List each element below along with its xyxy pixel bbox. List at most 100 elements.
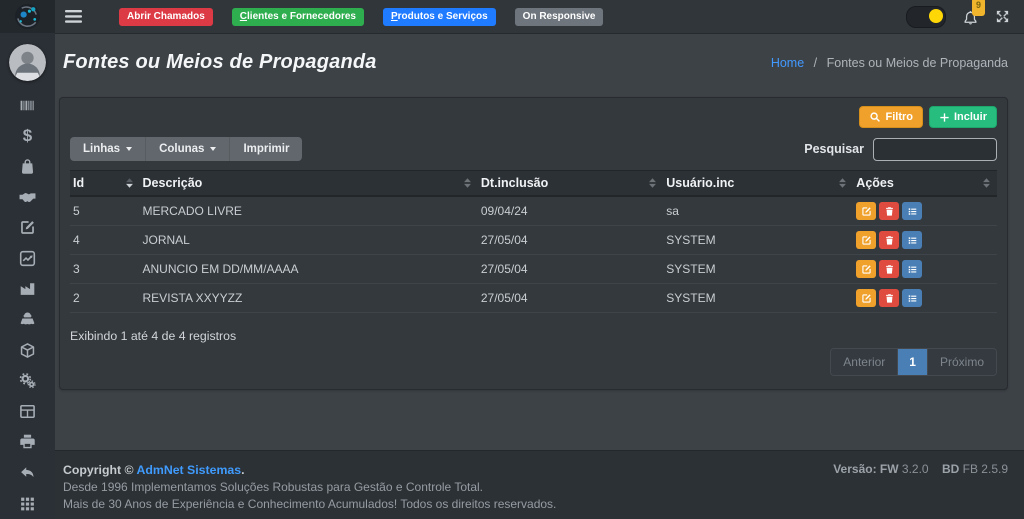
linhas-dropdown[interactable]: Linhas [70, 137, 145, 161]
sidebar-item-voltar[interactable] [0, 457, 55, 488]
sidebar-item-barcode[interactable] [0, 90, 55, 121]
ship-icon [19, 311, 36, 328]
list-icon [907, 235, 918, 246]
sidebar-item-estoque[interactable] [0, 335, 55, 366]
detail-button[interactable] [902, 289, 922, 307]
imprimir-label: Imprimir [243, 143, 289, 155]
sidebar-item-producao[interactable] [0, 274, 55, 305]
column-header-acoes[interactable]: Ações [853, 171, 997, 197]
column-header-id[interactable]: Id [70, 171, 140, 197]
app-logo[interactable] [0, 0, 55, 33]
delete-button[interactable] [879, 260, 899, 278]
nav-button-clientes-fornecedores[interactable]: Clientes e Fornecedores [232, 8, 364, 26]
cell-dt-inclusao: 09/04/24 [478, 196, 663, 226]
cell-id: 4 [70, 226, 140, 255]
edit-button[interactable] [856, 289, 876, 307]
sidebar-item-compras[interactable] [0, 151, 55, 182]
imprimir-button[interactable]: Imprimir [229, 137, 302, 161]
records-table: Id Descrição Dt.inclusão Usuário.inc Açõ… [70, 170, 997, 313]
footer-line2: Desde 1996 Implementamos Soluções Robust… [63, 479, 556, 496]
list-icon [907, 293, 918, 304]
edit-button[interactable] [856, 202, 876, 220]
page-title: Fontes ou Meios de Propaganda [63, 51, 377, 74]
fw-label: FW [880, 462, 899, 476]
column-header-dt-inclusao[interactable]: Dt.inclusão [478, 171, 663, 197]
search-input[interactable] [873, 138, 997, 161]
sidebar-item-financeiro[interactable]: $ [0, 121, 55, 152]
trash-icon [884, 293, 895, 304]
column-label: Usuário.inc [666, 176, 734, 190]
delete-button[interactable] [879, 202, 899, 220]
detail-button[interactable] [902, 260, 922, 278]
nav-button-abrir-chamados[interactable]: Abrir Chamados [119, 8, 213, 26]
cell-dt-inclusao: 27/05/04 [478, 255, 663, 284]
hamburger-icon [65, 10, 82, 23]
avatar-photo [9, 44, 46, 81]
column-label: Dt.inclusão [481, 176, 548, 190]
colunas-dropdown[interactable]: Colunas [145, 137, 229, 161]
nav-button-on-responsive[interactable]: On Responsive [515, 8, 604, 26]
search-box: Pesquisar [804, 138, 997, 161]
cell-usuario-inc: sa [663, 196, 853, 226]
incluir-button[interactable]: Incluir [929, 106, 997, 128]
list-icon [907, 206, 918, 217]
edit-button[interactable] [856, 260, 876, 278]
sort-icon [838, 177, 847, 189]
delete-button[interactable] [879, 231, 899, 249]
filtro-button[interactable]: Filtro [859, 106, 923, 128]
edit-icon [861, 206, 872, 217]
sidebar-item-relatorios[interactable] [0, 243, 55, 274]
breadcrumb-home-link[interactable]: Home [771, 56, 804, 70]
admnet-link[interactable]: AdmNet Sistemas [137, 463, 242, 477]
grid-icon [19, 495, 36, 512]
sidebar-item-cadastro[interactable] [0, 212, 55, 243]
detail-button[interactable] [902, 202, 922, 220]
current-page-button[interactable]: 1 [897, 349, 927, 375]
edit-square-icon [19, 219, 36, 236]
incluir-label: Incluir [954, 111, 987, 123]
theme-toggle[interactable] [906, 6, 946, 28]
column-label: Id [73, 176, 84, 190]
shopping-bag-icon [19, 158, 36, 175]
sidebar-item-impressao[interactable] [0, 427, 55, 458]
delete-button[interactable] [879, 289, 899, 307]
search-icon [869, 111, 881, 123]
logo-icon [14, 3, 41, 30]
column-header-descricao[interactable]: Descrição [140, 171, 478, 197]
fullscreen-button[interactable] [995, 9, 1010, 24]
table-row: 2 REVISTA XXYYZZ 27/05/04 SYSTEM [70, 284, 997, 313]
copyright-period: . [241, 463, 244, 477]
column-label: Descrição [143, 176, 203, 190]
trash-icon [884, 264, 895, 275]
cell-id: 2 [70, 284, 140, 313]
cube-icon [19, 342, 36, 359]
sidebar-item-expedicao[interactable] [0, 304, 55, 335]
detail-button[interactable] [902, 231, 922, 249]
notifications-button[interactable]: 9 [962, 10, 979, 27]
bd-value: FB 2.5.9 [963, 462, 1008, 476]
column-header-usuario-inc[interactable]: Usuário.inc [663, 171, 853, 197]
sidebar-item-tabelas[interactable] [0, 396, 55, 427]
cell-descricao: JORNAL [140, 226, 478, 255]
sidebar-item-modulos[interactable] [0, 488, 55, 519]
breadcrumb: Home / Fontes ou Meios de Propaganda [771, 56, 1008, 70]
nav-button-label: lientes e Fornecedores [247, 11, 356, 22]
edit-icon [861, 235, 872, 246]
nav-button-label-accesskey: C [240, 11, 247, 22]
user-avatar[interactable] [9, 44, 46, 81]
previous-page-button[interactable]: Anterior [831, 349, 897, 375]
nav-button-produtos-servicos[interactable]: Produtos e Serviços [383, 8, 496, 26]
colunas-label: Colunas [159, 143, 204, 155]
fw-value: 3.2.0 [902, 462, 929, 476]
sidebar-item-configuracoes[interactable] [0, 365, 55, 396]
cell-acoes [853, 196, 997, 226]
barcode-icon [19, 97, 36, 114]
next-page-button[interactable]: Próximo [927, 349, 996, 375]
edit-button[interactable] [856, 231, 876, 249]
menu-toggle-button[interactable] [65, 10, 82, 23]
bd-label: BD [942, 462, 959, 476]
cell-acoes [853, 284, 997, 313]
chart-line-icon [19, 250, 36, 267]
sidebar-item-parceiros[interactable] [0, 182, 55, 213]
records-summary: Exibindo 1 até 4 de 4 registros [70, 329, 997, 343]
